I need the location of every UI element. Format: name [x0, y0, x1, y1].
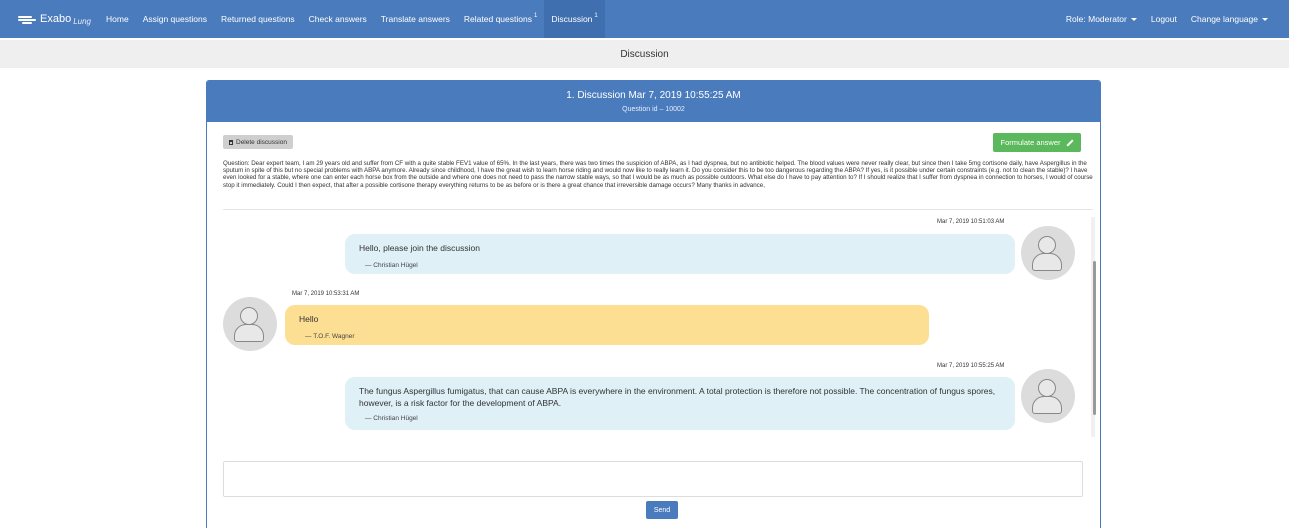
- nav-check-answers[interactable]: Check answers: [302, 0, 374, 38]
- message-author: — T.O.F. Wagner: [305, 333, 355, 340]
- nav-related-questions-badge: 1: [533, 13, 538, 19]
- nav-related-questions-label: Related questions: [463, 14, 532, 24]
- nav-right-group: Role: Moderator Logout Change language: [1059, 0, 1275, 38]
- brand[interactable]: Exabo Lung: [18, 13, 91, 26]
- nav-discussion-badge: 1: [594, 13, 598, 19]
- nav-returned-questions-label: Returned questions: [220, 14, 295, 24]
- user-icon: [1038, 236, 1056, 254]
- nav-home[interactable]: Home: [99, 0, 136, 38]
- role-dropdown[interactable]: Role: Moderator: [1059, 0, 1144, 38]
- nav-check-answers-label: Check answers: [308, 14, 367, 24]
- user-icon-body: [1032, 396, 1062, 414]
- avatar: [1021, 226, 1075, 280]
- delete-discussion-button[interactable]: Delete discussion: [223, 135, 293, 149]
- panel-header: 1. Discussion Mar 7, 2019 10:55:25 AM Qu…: [207, 81, 1100, 122]
- nav-translate-answers-label: Translate answers: [380, 14, 450, 24]
- question-id: Question id – 10002: [622, 106, 685, 113]
- reply-input[interactable]: [223, 461, 1083, 497]
- delete-discussion-label: Delete discussion: [236, 138, 287, 146]
- message-bubble: The fungus Aspergillus fumigatus, that c…: [345, 377, 1015, 430]
- message-author: — Christian Hügel: [365, 415, 418, 422]
- logout-link[interactable]: Logout: [1144, 0, 1184, 38]
- message-timestamp: Mar 7, 2019 10:55:25 AM: [937, 363, 1005, 369]
- formulate-answer-label: Formulate answer: [1000, 138, 1061, 147]
- message-text: Hello: [299, 314, 319, 324]
- formulate-answer-button[interactable]: Formulate answer: [993, 133, 1081, 152]
- user-icon: [1038, 379, 1056, 397]
- brand-logo-icon: [18, 14, 36, 24]
- message-bubble: Hello, please join the discussion — Chri…: [345, 234, 1015, 274]
- nav-translate-answers[interactable]: Translate answers: [374, 0, 457, 38]
- avatar: [223, 297, 277, 351]
- message-timestamp: Mar 7, 2019 10:51:03 AM: [937, 219, 1005, 225]
- nav-discussion-label: Discussion: [551, 14, 593, 24]
- logout-label: Logout: [1150, 14, 1177, 24]
- page-title: Discussion: [620, 48, 669, 60]
- message-text: The fungus Aspergillus fumigatus, that c…: [359, 386, 996, 408]
- question-text: Question: Dear expert team, I am 29 year…: [223, 160, 1093, 189]
- user-icon: [240, 307, 258, 325]
- trash-icon: [229, 139, 233, 145]
- nav-assign-questions-label: Assign questions: [142, 14, 207, 24]
- nav-assign-questions[interactable]: Assign questions: [136, 0, 214, 38]
- brand-name: Exabo: [40, 13, 72, 25]
- nav-discussion[interactable]: Discussion 1: [544, 0, 605, 38]
- message-timestamp: Mar 7, 2019 10:53:31 AM: [292, 291, 360, 297]
- nav-returned-questions[interactable]: Returned questions: [214, 0, 302, 38]
- chevron-down-icon: [1262, 17, 1268, 21]
- user-icon-body: [1032, 253, 1062, 271]
- role-label: Role: Moderator: [1065, 14, 1127, 24]
- nav-related-questions[interactable]: Related questions 1: [457, 0, 544, 38]
- discussion-panel: 1. Discussion Mar 7, 2019 10:55:25 AM Qu…: [206, 80, 1101, 528]
- divider: [223, 209, 1093, 210]
- nav-home-label: Home: [106, 14, 129, 24]
- send-button[interactable]: Send: [646, 501, 678, 519]
- message-text: Hello, please join the discussion: [359, 243, 480, 253]
- pencil-icon: [1065, 138, 1074, 147]
- discussion-title: 1. Discussion Mar 7, 2019 10:55:25 AM: [566, 90, 741, 101]
- chevron-down-icon: [1130, 17, 1137, 21]
- message-author: — Christian Hügel: [365, 262, 418, 269]
- message-bubble: Hello — T.O.F. Wagner: [285, 305, 929, 345]
- user-icon-body: [234, 324, 264, 342]
- top-navbar: Exabo Lung Home Assign questions Returne…: [0, 0, 1289, 38]
- send-label: Send: [653, 506, 671, 514]
- language-dropdown[interactable]: Change language: [1184, 0, 1275, 38]
- page-subheader: Discussion: [0, 40, 1289, 68]
- brand-subtitle: Lung: [73, 16, 91, 26]
- language-label: Change language: [1190, 14, 1258, 24]
- avatar: [1021, 369, 1075, 423]
- chat-scrollbar-thumb[interactable]: [1093, 261, 1096, 415]
